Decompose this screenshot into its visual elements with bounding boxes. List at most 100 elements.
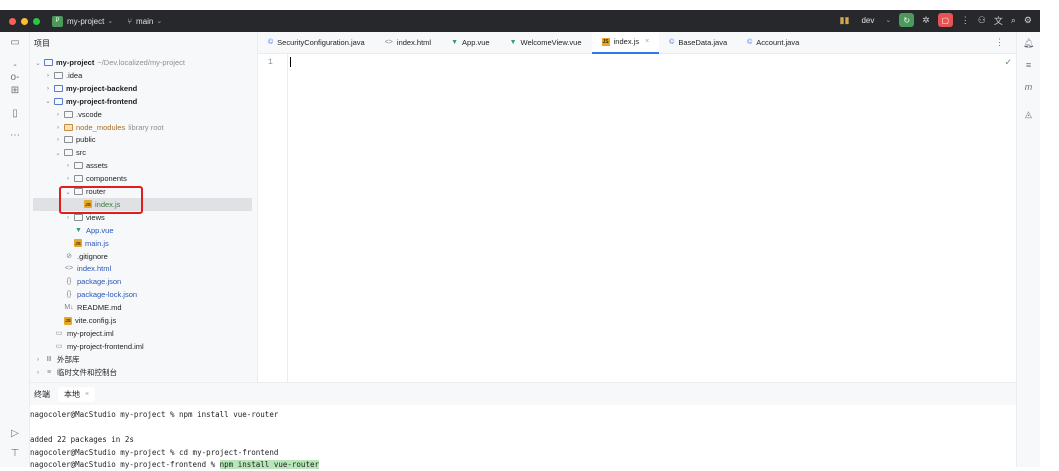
tree-item[interactable]: ⊘ .gitignore — [30, 250, 257, 263]
tree-item[interactable]: <> index.html — [30, 262, 257, 275]
tree-item[interactable]: ▭ my-project-frontend.iml — [30, 340, 257, 353]
close-icon[interactable]: × — [645, 38, 649, 45]
minimize-window-button[interactable] — [21, 17, 28, 25]
folder-icon — [74, 175, 83, 183]
tree-item[interactable]: ▼ App.vue — [30, 224, 257, 237]
tree-item-label: 外部库 — [57, 354, 80, 364]
tree-item[interactable]: ⌄ router — [30, 185, 257, 198]
tree-item[interactable]: › .vscode — [30, 108, 257, 121]
run-config-dropdown[interactable]: dev — [861, 16, 874, 25]
tab-local[interactable]: 本地 × — [58, 386, 96, 402]
tree-item[interactable]: › .idea — [30, 69, 257, 82]
chevron-right-icon[interactable]: › — [34, 356, 42, 363]
gutter-divider — [287, 54, 288, 382]
gitignore-icon: ⊘ — [66, 252, 72, 260]
stop-button[interactable]: ▢ — [937, 13, 953, 27]
run-icon[interactable]: ▷ — [9, 428, 21, 439]
chevron-right-icon[interactable]: › — [64, 162, 72, 169]
maven-icon[interactable]: m — [1022, 81, 1035, 94]
chevron-down-icon[interactable]: ⌄ — [64, 188, 72, 196]
editor-tab-label: index.js — [613, 37, 640, 46]
html-file-icon: <> — [384, 39, 393, 46]
structure-icon[interactable]: ⊞ — [9, 85, 21, 97]
chevron-right-icon[interactable]: › — [34, 369, 42, 376]
project-name-dropdown[interactable]: my-project — [67, 17, 104, 26]
folder-icon — [74, 213, 83, 221]
editor-tab[interactable]: © BaseData.java — [659, 32, 737, 54]
notifications-icon[interactable]: 🔔︎ — [1022, 37, 1035, 50]
chevron-right-icon[interactable]: › — [64, 175, 72, 182]
library-icon: Ⅲ — [46, 355, 52, 363]
terminal-line: nagocoler@MacStudio my-project % cd my-p… — [30, 448, 279, 457]
tree-item[interactable]: JS index.js — [33, 197, 252, 211]
chevron-right-icon[interactable]: › — [44, 72, 52, 79]
tree-item[interactable]: M↓ README.md — [30, 301, 257, 314]
class-file-icon: © — [268, 39, 274, 46]
close-icon[interactable]: × — [85, 391, 89, 398]
folder-icon — [64, 136, 73, 144]
tree-item[interactable]: ⌄ my-project ~/Dev.localized/my-project — [30, 56, 257, 69]
editor-tab[interactable]: ▼ App.vue — [441, 32, 499, 54]
branch-dropdown[interactable]: main — [136, 17, 153, 26]
chevron-down-icon[interactable]: ⌄ — [34, 59, 42, 67]
tree-item[interactable]: › my-project-backend — [30, 82, 257, 95]
tree-item[interactable]: {} package-lock.json — [30, 288, 257, 301]
close-window-button[interactable] — [9, 17, 16, 25]
chevron-down-icon[interactable]: ⌄ — [54, 149, 62, 157]
bookmarks-icon[interactable]: ▯ — [9, 108, 21, 120]
tree-item[interactable]: › public — [30, 133, 257, 146]
tree-item[interactable]: JS vite.config.js — [30, 314, 257, 327]
chevron-right-icon[interactable]: › — [54, 136, 62, 143]
editor-tab[interactable]: © Account.java — [737, 32, 809, 54]
editor-tab-label: WelcomeView.vue — [520, 38, 582, 47]
project-panel-title: 项目 — [34, 38, 50, 48]
commit-icon[interactable]: -o- — [9, 60, 21, 83]
chevron-down-icon: ⌄ — [156, 18, 163, 25]
chevron-right-icon[interactable]: › — [64, 214, 72, 221]
tree-item[interactable]: › node_modules library root — [30, 121, 257, 134]
editor-tab[interactable]: JS index.js × — [591, 31, 660, 54]
json-icon: {} — [66, 278, 72, 286]
tree-item[interactable]: › components — [30, 172, 257, 185]
tree-item[interactable]: › assets — [30, 159, 257, 172]
editor-tab[interactable]: ▼ WelcomeView.vue — [500, 32, 592, 54]
add-user-icon[interactable]: ⚇ — [978, 15, 986, 26]
more-tools-icon[interactable]: ⋯ — [9, 130, 21, 142]
database-icon[interactable]: ≡ — [1022, 59, 1035, 72]
toolbar-right: ▮▮ dev ⌄ ↻ ✲ ▢ ⋮ ⚇ 文 ⌕ ⚙ — [840, 13, 1032, 27]
more-icon[interactable]: ⋮ — [961, 15, 970, 26]
tree-item[interactable]: JS main.js — [30, 237, 257, 250]
editor-tab[interactable]: © SecurityConfiguration.java — [258, 32, 375, 54]
chevron-down-icon: ⌄ — [107, 18, 114, 25]
terminal-icon[interactable]: ⊤ — [9, 448, 21, 459]
tree-item-suffix: library root — [128, 122, 164, 132]
gear-icon[interactable]: ⚙ — [1024, 15, 1032, 26]
chevron-down-icon[interactable]: ⌄ — [44, 97, 52, 105]
rerun-button[interactable]: ↻ — [899, 13, 915, 27]
tree-item[interactable]: ⌄ src — [30, 146, 257, 159]
debug-icon[interactable]: ✲ — [922, 15, 930, 26]
tree-item[interactable]: › views — [30, 211, 257, 224]
tabs-more-icon[interactable]: ⋮ — [995, 37, 1004, 48]
javascript-file-icon: JS — [64, 316, 72, 325]
class-file-icon: © — [747, 39, 753, 46]
terminal-line: nagocoler@MacStudio my-project % npm ins… — [30, 410, 279, 419]
tree-item[interactable]: ⌄ my-project-frontend — [30, 95, 257, 108]
tree-item[interactable]: {} package.json — [30, 275, 257, 288]
folder-icon[interactable]: ▭ — [9, 37, 21, 49]
tree-item[interactable]: › ≡ 临时文件和控制台 — [30, 366, 257, 379]
tree-item-label: my-project-frontend — [66, 96, 138, 106]
maximize-window-button[interactable] — [33, 17, 40, 25]
editor-tab[interactable]: <> index.html — [375, 32, 441, 54]
ai-assistant-icon[interactable]: ◬ — [1022, 108, 1035, 121]
tree-item[interactable]: ▭ my-project.iml — [30, 327, 257, 340]
terminal-line: nagocoler@MacStudio my-project-frontend … — [30, 460, 319, 469]
tree-item[interactable]: › Ⅲ 外部库 — [30, 353, 257, 366]
chevron-right-icon[interactable]: › — [54, 124, 62, 131]
chevron-right-icon[interactable]: › — [54, 111, 62, 118]
search-icon[interactable]: ⌕ — [1011, 15, 1016, 26]
chevron-right-icon[interactable]: › — [44, 85, 52, 92]
code-editor[interactable]: 1 ✓ — [258, 54, 1016, 382]
terminal-panel: 终端 本地 × nagocoler@MacStudio my-project %… — [30, 382, 1016, 469]
translate-icon[interactable]: 文 — [994, 14, 1003, 27]
